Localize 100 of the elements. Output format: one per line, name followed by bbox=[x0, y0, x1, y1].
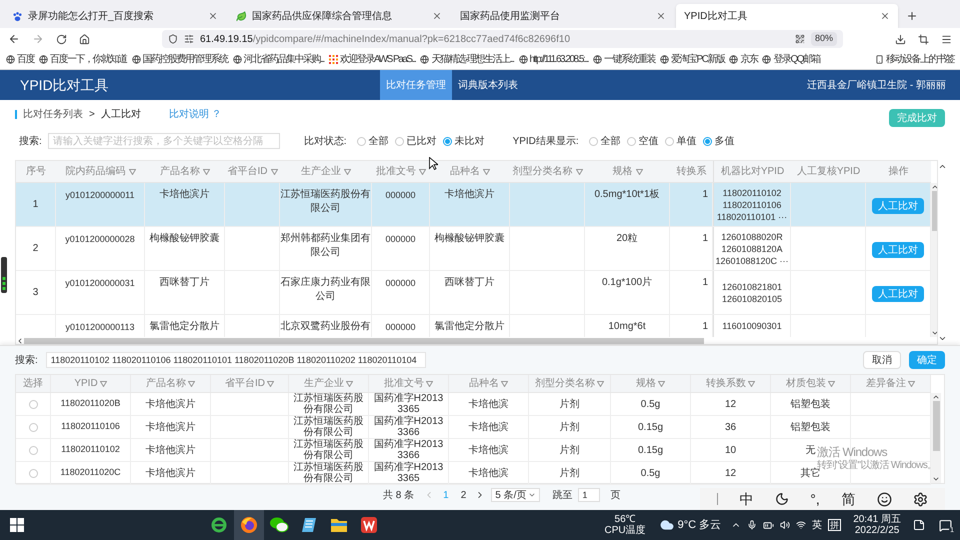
breadcrumb-current: 人工比对 bbox=[100, 108, 141, 122]
jump-label: 跳至 bbox=[552, 488, 572, 502]
bookmark[interactable]: 爱淘宝PC新版 bbox=[671, 52, 724, 67]
column-header: 转换系数 bbox=[706, 376, 746, 391]
table-cell: 片剂 bbox=[560, 468, 580, 478]
ime-mode[interactable]: 拼 bbox=[828, 519, 842, 531]
ime-item[interactable]: 中 bbox=[739, 488, 754, 510]
table-cell-text: 国药准字H20133366 bbox=[372, 416, 444, 438]
bookmark[interactable]: 天猫精选-理想生活上... bbox=[431, 52, 514, 67]
table-cell: 118020110101 ··· bbox=[716, 210, 788, 222]
table-cell: 118020110106 bbox=[722, 198, 782, 210]
table-cell: 1 bbox=[702, 188, 708, 202]
table-cell: 石家庄康力药业有限公司 bbox=[280, 276, 371, 304]
page-input[interactable]: 1 bbox=[578, 488, 600, 502]
table-cell-text: y0101200000028 bbox=[65, 233, 135, 246]
column-header: 生产企业 bbox=[304, 376, 344, 391]
table-cell: 卡培他滨片 bbox=[146, 398, 196, 410]
app-title: YPID比对工具 bbox=[20, 76, 110, 94]
clock-time[interactable]: 20:41 周五 bbox=[853, 514, 901, 525]
table-cell: 卡培他滨片 bbox=[146, 468, 196, 478]
column-header: 生产企业 bbox=[301, 164, 341, 179]
table-cell: 卡培他滨片 bbox=[146, 444, 196, 456]
column-header: 差异备注 bbox=[866, 376, 906, 391]
column-header: 省平台ID bbox=[228, 164, 268, 179]
bookmark[interactable]: 国药控股费用管理系统 bbox=[142, 52, 228, 67]
search-field[interactable]: 请输入关键字进行搜索，多个关键字以空格分隔 bbox=[48, 133, 280, 149]
column-header: 选择 bbox=[23, 376, 43, 391]
table-row[interactable]: 2 y0101200000028 枸橼酸铋钾胶囊 郑州韩都药业集团有限公司 000000 枸橼酸铋钾胶囊 20粒 1 12601088020R 12601088120A 12601088120C ··· 人工比对 bbox=[16, 227, 931, 271]
table-cell: 铝塑包装 bbox=[790, 422, 830, 432]
column-header: YPID bbox=[74, 377, 98, 391]
table-cell: 江苏恒瑞医药股份有限公司 bbox=[280, 188, 371, 216]
browser-tab[interactable]: 国家药品使用监测平台 bbox=[452, 4, 674, 28]
radio-label[interactable]: 多值 bbox=[714, 134, 735, 148]
table-cell-text: 2 bbox=[32, 242, 38, 256]
table-cell: 卡培他滨 bbox=[468, 422, 508, 432]
bookmark[interactable]: 河北省药品集中采购... bbox=[244, 52, 324, 67]
table-cell: 枸橼酸铋钾胶囊 bbox=[150, 232, 220, 246]
filter-label: YPID结果显示: bbox=[512, 134, 579, 148]
activation-title: 激活 Windows bbox=[817, 445, 888, 460]
table-cell: 郑州韩都药业集团有限公司 bbox=[280, 232, 371, 260]
ime-item[interactable]: °, bbox=[810, 488, 820, 510]
table-row[interactable]: 3 y0101200000031 西咪替丁片 石家庄康力药业有限公司 000000 西咪替丁片 0.1g*100片 1 126010821801 126010820105 人工比对 bbox=[16, 271, 931, 315]
table-cell-text: 3 bbox=[32, 286, 38, 300]
column-header: 人工复核YPID bbox=[796, 164, 860, 179]
help-link[interactable]: 比对说明 ？ bbox=[168, 106, 222, 122]
column-header: 产品名称 bbox=[160, 164, 200, 179]
column-header: 材质包装 bbox=[786, 376, 826, 391]
table-cell-text: y0101200000011 bbox=[66, 189, 134, 202]
url-field[interactable]: 61.49.19.15/ypidcompare/#/machineIndex/manual?pk=6218cc77aed74f6c82696f10 80% bbox=[162, 30, 843, 48]
table-cell: 1 bbox=[702, 276, 708, 290]
table-cell-text: y0101200000031 bbox=[65, 277, 135, 290]
page-size-select[interactable]: 5 条/页 bbox=[491, 488, 540, 502]
zoom-level[interactable]: 80% bbox=[810, 32, 837, 46]
column-header: 序号 bbox=[26, 164, 46, 179]
radio-label[interactable]: 空值 bbox=[638, 134, 659, 148]
table-cell: 1 bbox=[702, 320, 708, 334]
bookmark[interactable]: 京东 bbox=[740, 52, 758, 67]
radio-label[interactable]: 全部 bbox=[600, 134, 621, 148]
breadcrumb-link[interactable]: 比对任务列表 bbox=[23, 106, 83, 122]
table-cell: 片剂 bbox=[560, 444, 580, 456]
radio-label[interactable]: 单值 bbox=[676, 134, 697, 148]
column-header: 机器比对YPID bbox=[720, 164, 784, 179]
browser-tab[interactable]: YPID比对工具 bbox=[676, 4, 898, 28]
table-cell: 铝塑包装 bbox=[790, 398, 830, 410]
cancel-button[interactable]: 取消 bbox=[863, 351, 901, 369]
column-header: 规格 bbox=[636, 376, 656, 391]
column-header: 省平台ID bbox=[225, 376, 265, 391]
bookmark[interactable]: 百度一下，你就知道 bbox=[50, 52, 126, 67]
column-header: 院内药品编码 bbox=[66, 164, 126, 179]
page-number[interactable]: 2 bbox=[458, 488, 470, 502]
browser-tab[interactable]: 国家药品供应保障综合管理信息 bbox=[228, 4, 450, 28]
radio-label[interactable]: 已比对 bbox=[406, 134, 437, 148]
clock-date[interactable]: 2022/2/25 bbox=[854, 525, 900, 536]
table-cell: 0.5mg*10t*1板 bbox=[594, 188, 660, 202]
bookmark[interactable]: 移动设备上的书签 bbox=[886, 52, 954, 67]
ime-item[interactable]: 简 bbox=[841, 488, 856, 510]
table-cell: 36 bbox=[724, 422, 736, 432]
radio-label[interactable]: 全部 bbox=[368, 134, 389, 148]
table-cell-text: 000000 bbox=[385, 189, 416, 202]
bookmark[interactable]: 百度 bbox=[17, 52, 34, 67]
table-cell-text: 000000 bbox=[385, 321, 416, 334]
table-row[interactable]: 1 y0101200000011 卡培他滨片 江苏恒瑞医药股份有限公司 000000 卡培他滨片 0.5mg*10t*1板 1 118020110102 118020110106 118020110101 ··· 人工比对 bbox=[16, 183, 931, 227]
language-indicator[interactable]: 英 bbox=[812, 518, 822, 532]
bookmark[interactable]: 欢迎登录AWS PaaS... bbox=[340, 52, 416, 67]
table-cell: 氯雷他定分散片 bbox=[150, 320, 220, 334]
column-header: 品种名 bbox=[450, 164, 480, 179]
column-header: 剂型分类名称 bbox=[535, 376, 595, 391]
bookmark[interactable]: 一键系统重装 bbox=[604, 52, 656, 67]
bookmark[interactable]: 登录QQ邮箱 bbox=[773, 52, 820, 67]
browser-tab[interactable]: 录屏功能怎么打开_百度搜索 bbox=[4, 4, 226, 28]
bookmark[interactable]: http://111.63.208.5:... bbox=[530, 52, 588, 67]
search-field[interactable]: 118020110102 118020110106 118020110101 11802011020B 118020110202 118020110104 bbox=[46, 352, 426, 368]
search-label: 搜索: bbox=[15, 354, 38, 368]
table-cell-text: 国药准字H20133365 bbox=[372, 462, 444, 484]
table-cell-text: 118020110102 bbox=[61, 443, 120, 456]
radio-label[interactable]: 未比对 bbox=[454, 134, 485, 148]
cpu-label: CPU温度 bbox=[604, 525, 646, 536]
column-header: 剂型分类名称 bbox=[512, 164, 572, 179]
table-cell: 卡培他滨 bbox=[468, 468, 508, 478]
nav-tab[interactable]: 词典版本列表 bbox=[452, 70, 524, 100]
